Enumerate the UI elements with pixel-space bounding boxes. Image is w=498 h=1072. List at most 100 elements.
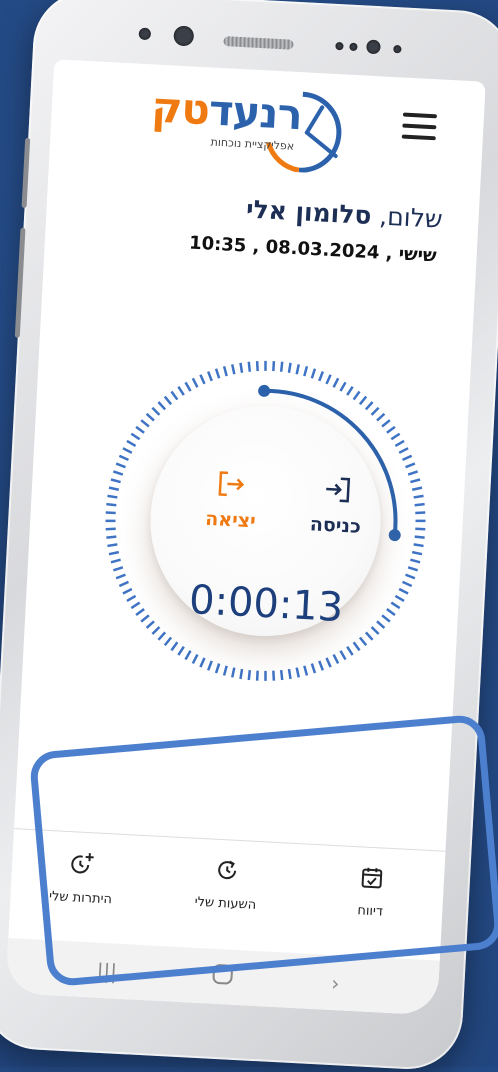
recent-apps-icon[interactable]: ||| <box>96 959 117 984</box>
dial-tick <box>146 414 154 421</box>
progress-end-dot <box>388 529 401 542</box>
dial-tick <box>123 589 132 594</box>
enter-label: כניסה <box>295 512 376 538</box>
current-datetime: שישי , 08.03.2024 , 10:35 <box>189 233 438 267</box>
dial-tick <box>119 581 128 586</box>
dial-tick <box>106 504 116 505</box>
clock-dial: יציאה כניסה 0:00:13 <box>84 312 420 648</box>
dial-tick <box>107 544 117 547</box>
dial-tick <box>377 621 385 628</box>
nav-item-my-hours[interactable]: השעות שלי <box>165 855 288 914</box>
dial-tick <box>408 567 418 570</box>
calendar-check-icon <box>359 865 384 890</box>
dial-tick <box>402 582 412 586</box>
dial-tick <box>147 621 154 628</box>
dial-tick <box>399 448 408 453</box>
dial-tick <box>265 671 266 681</box>
nav-item-report[interactable]: דיווח <box>310 863 433 922</box>
logo-wordmark-orange: טק <box>150 82 210 134</box>
nav-item-my-balances[interactable]: היתרות שלי <box>20 848 143 909</box>
dial-tick <box>116 464 126 468</box>
dial-tick <box>405 575 415 579</box>
enter-button[interactable]: כניסה <box>295 473 378 539</box>
dial-tick <box>412 487 422 490</box>
dial-tick <box>200 658 204 668</box>
dial-tick <box>391 433 399 439</box>
dial-tick <box>141 420 149 426</box>
home-icon[interactable] <box>211 963 234 991</box>
dial-tick <box>178 646 183 655</box>
dial-tick <box>365 632 372 639</box>
exit-button[interactable]: יציאה <box>190 467 273 533</box>
dial-tick <box>372 407 379 415</box>
dial-tick <box>136 427 145 433</box>
dial-tick <box>297 364 299 374</box>
dial-tick <box>391 603 400 608</box>
app-screen: רנעדטק אפליקציית נוכחות שלום, סלומון אלי… <box>5 59 485 1015</box>
dial-tick <box>347 386 352 395</box>
dial-tick <box>164 397 171 405</box>
dial-tick <box>289 363 291 373</box>
dial-tick <box>319 371 323 381</box>
login-icon <box>319 474 355 506</box>
clock-plus-icon <box>69 850 96 877</box>
dial-tick <box>304 366 307 376</box>
dial-tick <box>387 609 396 615</box>
dial-tick <box>377 413 384 420</box>
dial-tick <box>327 375 331 385</box>
dial-tick <box>354 391 360 400</box>
dial-tick <box>193 654 198 663</box>
dial-tick <box>273 671 275 681</box>
dial-tick <box>281 362 282 372</box>
dial-tick <box>415 504 425 506</box>
dial-tick <box>415 512 425 514</box>
dial-tick <box>178 387 184 395</box>
dial-tick <box>382 420 390 427</box>
dial-tick <box>340 651 346 660</box>
dial-tick <box>152 408 160 415</box>
nav-label: דיווח <box>310 901 431 922</box>
hamburger-icon[interactable] <box>402 113 437 141</box>
dial-tick <box>395 596 404 601</box>
dial-tick <box>382 615 390 621</box>
dial-tick <box>406 463 415 468</box>
dial-tick <box>107 496 117 498</box>
exit-label: יציאה <box>190 507 271 533</box>
logout-icon <box>215 468 251 500</box>
dial-tick <box>111 479 121 482</box>
nav-label: היתרות שלי <box>20 888 141 909</box>
user-name: סלומון אלי <box>245 194 372 230</box>
dial-tick <box>232 364 235 374</box>
dial-tick <box>311 664 315 674</box>
dial-tick <box>200 375 205 384</box>
dial-tick <box>273 361 274 371</box>
phone-frame: רנעדטק אפליקציית נוכחות שלום, סלומון אלי… <box>0 0 498 1072</box>
dial-tick <box>281 670 283 680</box>
dial-tick <box>116 574 125 579</box>
dial-tick <box>334 378 339 387</box>
dial-tick <box>399 589 408 594</box>
logo-wordmark-blue: רנעד <box>208 85 303 139</box>
app-logo: רנעדטק אפליקציית נוכחות <box>149 80 383 176</box>
dial-tick <box>106 513 116 514</box>
dial-tick <box>360 396 366 404</box>
dial-tick <box>249 670 250 680</box>
dial-tick <box>186 651 191 660</box>
dial-tick <box>415 529 425 530</box>
dial-tick <box>232 668 234 678</box>
dial-tick <box>208 372 213 381</box>
dial-tick <box>165 637 171 645</box>
dial-tick <box>387 426 395 433</box>
dial-tick <box>410 560 420 563</box>
dial-tick <box>127 595 136 601</box>
nav-label: השעות שלי <box>165 893 286 914</box>
back-icon[interactable]: › <box>331 971 340 995</box>
dial-tick <box>395 440 404 446</box>
dial-tick <box>106 520 116 521</box>
dial-tick <box>109 488 119 490</box>
dial-tick <box>216 369 220 379</box>
dial-tick <box>192 378 197 387</box>
dial-tick <box>119 456 129 460</box>
dial-tick <box>304 666 308 676</box>
dial-tick <box>415 537 425 538</box>
